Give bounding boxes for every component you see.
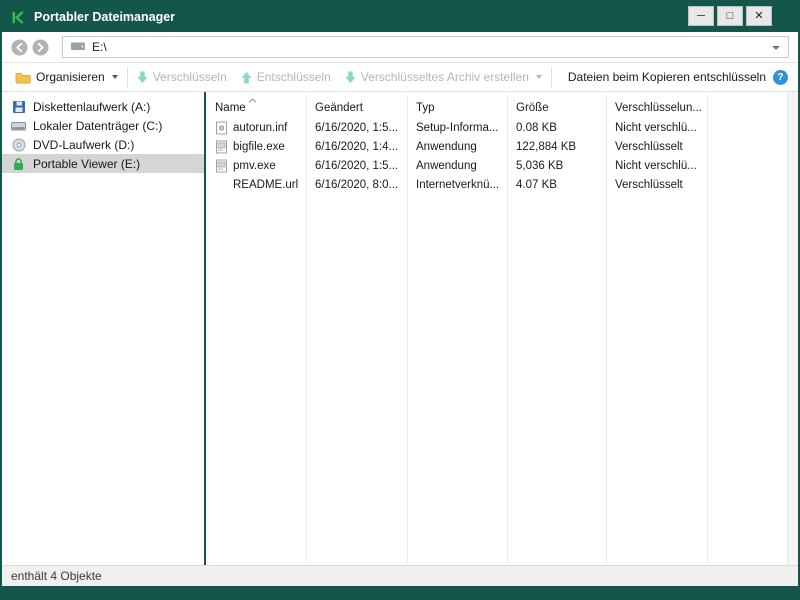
- column-header-name[interactable]: Name: [206, 102, 306, 114]
- main-area: Diskettenlaufwerk (A:) Lokaler Datenträg…: [2, 92, 798, 565]
- folder-icon: [15, 71, 31, 84]
- file-size: 4.07 KB: [507, 179, 606, 191]
- column-divider: [507, 95, 508, 563]
- organize-label: Organisieren: [36, 70, 105, 84]
- sidebar-item-label: Lokaler Datenträger (C:): [33, 119, 162, 133]
- sidebar-item-label: DVD-Laufwerk (D:): [33, 138, 134, 152]
- column-divider: [606, 95, 607, 563]
- column-header-size[interactable]: Größe: [507, 102, 606, 114]
- floppy-drive-icon: [11, 100, 26, 114]
- app-window: Portabler Dateimanager ─ □ ✕: [0, 0, 800, 600]
- window-bottom-frame: [2, 586, 798, 598]
- file-type: Setup-Informa...: [407, 122, 507, 134]
- forward-arrow-icon: [32, 39, 49, 56]
- file-list: Name Geändert Typ Größe Verschlüsselun..…: [206, 92, 798, 565]
- create-archive-label: Verschlüsseltes Archiv erstellen: [361, 70, 529, 84]
- file-type: Internetverknü...: [407, 179, 507, 191]
- drive-icon: [70, 40, 86, 55]
- sidebar-item-drive-a[interactable]: Diskettenlaufwerk (A:): [2, 97, 204, 116]
- column-divider: [707, 95, 708, 563]
- create-encrypted-archive-button[interactable]: Verschlüsseltes Archiv erstellen: [340, 70, 547, 84]
- drive-tree: Diskettenlaufwerk (A:) Lokaler Datenträg…: [2, 92, 204, 565]
- file-row[interactable]: autorun.inf 6/16/2020, 1:5... Setup-Info…: [206, 118, 798, 137]
- application-file-icon: [215, 159, 228, 173]
- file-type: Anwendung: [407, 160, 507, 172]
- status-bar: enthält 4 Objekte: [2, 565, 798, 586]
- window-title: Portabler Dateimanager: [34, 10, 175, 24]
- column-header-type[interactable]: Typ: [407, 102, 507, 114]
- minimize-button[interactable]: ─: [688, 6, 714, 26]
- file-modified: 6/16/2020, 1:5...: [306, 160, 407, 172]
- sidebar-item-drive-c[interactable]: Lokaler Datenträger (C:): [2, 116, 204, 135]
- close-button[interactable]: ✕: [746, 6, 772, 26]
- maximize-button[interactable]: □: [717, 6, 743, 26]
- column-header-encryption[interactable]: Verschlüsselun...: [606, 102, 707, 114]
- titlebar: Portabler Dateimanager ─ □ ✕: [2, 2, 798, 32]
- back-button[interactable]: [11, 39, 28, 56]
- copy-decrypt-option: Dateien beim Kopieren entschlüsseln ?: [568, 70, 790, 85]
- encrypt-down-arrow-icon: [137, 71, 148, 84]
- toolbar-divider: [127, 67, 128, 87]
- file-size: 122,884 KB: [507, 141, 606, 153]
- navigation-bar: E:\: [2, 32, 798, 62]
- sidebar-item-drive-e[interactable]: Portable Viewer (E:): [2, 154, 204, 173]
- file-name: pmv.exe: [233, 160, 276, 172]
- address-bar[interactable]: E:\: [62, 36, 789, 58]
- file-size: 0.08 KB: [507, 122, 606, 134]
- organize-dropdown-icon: [112, 75, 118, 79]
- file-name: bigfile.exe: [233, 141, 285, 153]
- decrypt-up-arrow-icon: [241, 71, 252, 84]
- decrypt-label: Entschlüsseln: [257, 70, 331, 84]
- vertical-scrollbar[interactable]: [787, 92, 798, 565]
- column-header-modified[interactable]: Geändert: [306, 102, 407, 114]
- locked-drive-icon: [11, 157, 26, 171]
- column-divider: [306, 95, 307, 563]
- copy-decrypt-label: Dateien beim Kopieren entschlüsseln: [568, 70, 766, 84]
- organize-button[interactable]: Organisieren: [10, 70, 123, 84]
- address-dropdown-icon[interactable]: [772, 46, 780, 50]
- file-encryption: Verschlüsselt: [606, 141, 707, 153]
- toolbar: Organisieren Verschlüsseln Entschlüsseln…: [2, 62, 798, 92]
- file-row[interactable]: bigfile.exe 6/16/2020, 1:4... Anwendung …: [206, 137, 798, 156]
- sidebar-item-drive-d[interactable]: DVD-Laufwerk (D:): [2, 135, 204, 154]
- encrypt-label: Verschlüsseln: [153, 70, 227, 84]
- file-encryption: Nicht verschlü...: [606, 160, 707, 172]
- forward-button[interactable]: [32, 39, 49, 56]
- sidebar-item-label: Diskettenlaufwerk (A:): [33, 100, 150, 114]
- back-arrow-icon: [11, 39, 28, 56]
- address-text: E:\: [92, 40, 107, 54]
- file-size: 5,036 KB: [507, 160, 606, 172]
- archive-dropdown-icon: [536, 75, 542, 79]
- decrypt-button[interactable]: Entschlüsseln: [236, 70, 336, 84]
- setup-file-icon: [215, 121, 228, 135]
- archive-down-arrow-icon: [345, 71, 356, 84]
- file-encryption: Verschlüsselt: [606, 179, 707, 191]
- encrypt-button[interactable]: Verschlüsseln: [132, 70, 232, 84]
- file-modified: 6/16/2020, 1:4...: [306, 141, 407, 153]
- sidebar-item-label: Portable Viewer (E:): [33, 157, 140, 171]
- file-modified: 6/16/2020, 1:5...: [306, 122, 407, 134]
- toolbar-divider: [551, 67, 552, 87]
- window-controls: ─ □ ✕: [688, 6, 772, 26]
- column-divider: [407, 95, 408, 563]
- dvd-drive-icon: [11, 138, 26, 152]
- file-encryption: Nicht verschlü...: [606, 122, 707, 134]
- file-row[interactable]: README.url 6/16/2020, 8:0... Internetver…: [206, 175, 798, 194]
- file-row[interactable]: pmv.exe 6/16/2020, 1:5... Anwendung 5,03…: [206, 156, 798, 175]
- file-modified: 6/16/2020, 8:0...: [306, 179, 407, 191]
- help-icon[interactable]: ?: [773, 70, 788, 85]
- file-name: README.url: [233, 179, 298, 191]
- file-name: autorun.inf: [233, 122, 287, 134]
- column-header-row: Name Geändert Typ Größe Verschlüsselun..…: [206, 92, 798, 118]
- kaspersky-logo-icon: [11, 10, 26, 25]
- application-file-icon: [215, 140, 228, 154]
- status-text: enthält 4 Objekte: [11, 569, 102, 583]
- file-type: Anwendung: [407, 141, 507, 153]
- hard-drive-icon: [11, 120, 26, 132]
